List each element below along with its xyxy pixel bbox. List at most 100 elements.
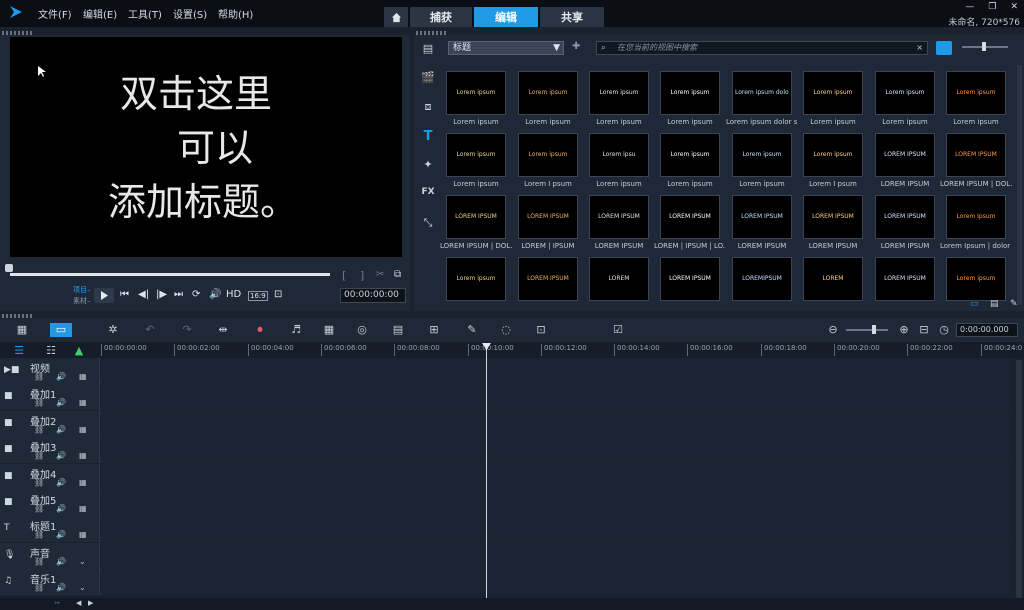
category-dropdown[interactable]: 标题 ▼ [448, 41, 564, 55]
tab-edit[interactable]: 编辑 [474, 7, 538, 27]
pan-zoom-icon[interactable]: ⊡ [534, 323, 548, 337]
title-thumbnail[interactable]: LOREM IPSUM [875, 195, 935, 239]
expand-track-icon[interactable]: ⌄ [79, 583, 86, 592]
title-thumbnail[interactable]: LOREM IPSUM [732, 195, 792, 239]
track-content-area[interactable] [101, 437, 1010, 464]
timeline-track[interactable]: ▶■ 视频 ⛓ 🔊 ▦ [0, 358, 1010, 384]
tab-share[interactable]: 共享 [540, 7, 604, 27]
filter-fx-icon[interactable]: FX [420, 187, 436, 201]
ripple-link-icon[interactable]: ⛓ [34, 451, 44, 460]
track-header[interactable]: ■ 叠加3 ⛓ 🔊 ▦ [0, 437, 100, 464]
go-to-end-icon[interactable]: ⏭ [174, 289, 183, 300]
mark-out-icon[interactable]: ] [360, 269, 364, 282]
timeline-track[interactable]: 🎙 声音 ⛓ 🔊 ⌄ [0, 542, 1010, 569]
track-content-area[interactable] [101, 410, 1010, 437]
track-header[interactable]: ▶■ 视频 ⛓ 🔊 ▦ [0, 358, 100, 384]
track-visibility-icon[interactable]: ▦ [79, 504, 87, 513]
menu-edit[interactable]: 编辑(E) [83, 6, 117, 21]
track-mute-icon[interactable]: 🔊 [56, 398, 66, 407]
track-mute-icon[interactable]: 🔊 [56, 372, 66, 381]
clip-mode-label[interactable]: 素材– [73, 296, 91, 306]
play-button[interactable] [94, 288, 114, 303]
timeline-track[interactable]: T 标题1 ⛓ 🔊 ▦ [0, 516, 1010, 543]
timeline-track[interactable]: ■ 叠加1 ⛓ 🔊 ▦ [0, 384, 1010, 411]
add-marker-icon[interactable]: ▲ [72, 344, 86, 358]
track-visibility-icon[interactable]: ▦ [79, 478, 87, 487]
title-thumbnail[interactable]: LOREM [589, 257, 649, 301]
preview-window[interactable]: 双击这里 可以 添加标题。 [10, 37, 402, 257]
ripple-link-icon[interactable]: ⛓ [34, 504, 44, 513]
title-thumbnail[interactable]: Lorem ipsum [589, 71, 649, 115]
title-thumbnail[interactable]: LOREM IPSUM [660, 257, 720, 301]
view-toggle-button[interactable] [936, 41, 952, 55]
auto-music-icon[interactable]: ▦ [322, 323, 336, 337]
search-input[interactable]: ⌕ 在您当前的视图中搜索 × [596, 41, 928, 55]
menu-tools[interactable]: 工具(T) [128, 6, 162, 21]
title-thumbnail[interactable]: Lorem ipsum [946, 71, 1006, 115]
track-content-area[interactable] [101, 384, 1010, 411]
tab-home[interactable] [384, 7, 408, 27]
title-thumbnail[interactable]: Lorem ipsum [803, 71, 863, 115]
motion-tracking-icon[interactable]: ◎ [355, 323, 369, 337]
time-remapping-icon[interactable]: ✎ [465, 323, 479, 337]
scrubber-bar[interactable] [10, 273, 330, 276]
timeline-track[interactable]: ■ 叠加5 ⛓ 🔊 ▦ [0, 490, 1010, 516]
title-thumbnail[interactable]: Lorem Ipsum [946, 195, 1006, 239]
ripple-link-icon[interactable]: ⛓ [34, 530, 44, 539]
media-library-icon[interactable]: ▤ [420, 42, 436, 56]
repeat-icon[interactable]: ⟳ [192, 289, 200, 300]
title-thumbnail[interactable]: Lorem ipsum [946, 257, 1006, 301]
track-header[interactable]: 🎙 声音 ⛓ 🔊 ⌄ [0, 542, 100, 569]
title-thumbnail[interactable]: LOREM IPSUM [518, 195, 578, 239]
scroll-left-icon[interactable]: ◀ [76, 599, 81, 607]
ripple-link-icon[interactable]: ⛓ [34, 425, 44, 434]
zoom-in-icon[interactable]: ⊕ [897, 323, 911, 337]
title-thumbnail[interactable]: Lorem ipsum [446, 71, 506, 115]
menu-help[interactable]: 帮助(H) [218, 6, 253, 21]
title-thumbnail[interactable]: LOREM IPSUM [803, 195, 863, 239]
tab-capture[interactable]: 捕获 [410, 7, 472, 27]
show-library-icon[interactable]: ▭ [970, 299, 979, 309]
title-thumbnail[interactable]: Lorem ipsum [803, 133, 863, 177]
title-thumbnail[interactable]: LOREMIPSUM [732, 257, 792, 301]
playhead[interactable] [486, 346, 487, 598]
track-mute-icon[interactable]: 🔊 [56, 504, 66, 513]
title-thumbnail[interactable]: Lorem ipsum [660, 133, 720, 177]
ripple-link-icon[interactable]: ⛓ [34, 583, 44, 592]
redo-icon[interactable]: ↷ [180, 323, 194, 337]
track-header[interactable]: ♫ 音乐1 ⛓ 🔊 ⌄ [0, 569, 100, 596]
track-visibility-icon[interactable]: ▦ [79, 398, 87, 407]
track-content-area[interactable] [101, 358, 1010, 384]
timeline-timecode[interactable]: 0:00:00.000 [956, 323, 1018, 337]
title-thumbnail[interactable]: LOREM IPSUM [518, 257, 578, 301]
title-thumbnail[interactable]: Lorem ipsum [732, 133, 792, 177]
timeline-ruler[interactable]: ☰ ☷ ▲ 00:00:00:00 00:00:02:00 00:00:04:00 0… [0, 342, 1024, 358]
multi-camera-icon[interactable]: ⊞ [427, 323, 441, 337]
track-mute-icon[interactable]: 🔊 [56, 425, 66, 434]
ripple-link-icon[interactable]: ⛓ [34, 398, 44, 407]
title-thumbnail[interactable]: LOREM IPSUM [589, 195, 649, 239]
title-thumbnail[interactable]: LOREM IPSUM [446, 195, 506, 239]
timeline-track[interactable]: ♫ 音乐1 ⛓ 🔊 ⌄ [0, 569, 1010, 596]
track-mute-icon[interactable]: 🔊 [56, 557, 66, 566]
aspect-ratio-selector[interactable]: 16:9 [248, 291, 268, 301]
ripple-link-icon[interactable]: ⛓ [34, 372, 44, 381]
track-header[interactable]: ■ 叠加4 ⛓ 🔊 ▦ [0, 463, 100, 490]
track-visibility-icon[interactable]: ▦ [79, 530, 87, 539]
title-thumbnail[interactable]: Lorem ipsum [660, 71, 720, 115]
timeline-track[interactable]: ■ 叠加2 ⛓ 🔊 ▦ [0, 410, 1010, 437]
track-header[interactable]: ■ 叠加2 ⛓ 🔊 ▦ [0, 410, 100, 437]
mark-in-icon[interactable]: [ [342, 269, 346, 282]
track-content-area[interactable] [101, 569, 1010, 596]
track-content-area[interactable] [101, 542, 1010, 569]
change-size-icon[interactable]: ⊡ [274, 289, 282, 300]
split-clip-icon[interactable]: ✂ [376, 269, 384, 280]
instant-project-icon[interactable]: 🎬 [420, 71, 436, 85]
close-icon[interactable]: ✕ [1010, 2, 1018, 12]
record-capture-icon[interactable]: ⏺ [253, 323, 267, 337]
track-content-area[interactable] [101, 516, 1010, 543]
title-thumbnail[interactable]: Lorem ipsum [518, 133, 578, 177]
fit-to-window-icon[interactable]: ⊟ [917, 323, 931, 337]
sound-mixer-icon[interactable]: ♬ [289, 323, 303, 337]
options-icon[interactable]: ▤ [990, 299, 999, 309]
